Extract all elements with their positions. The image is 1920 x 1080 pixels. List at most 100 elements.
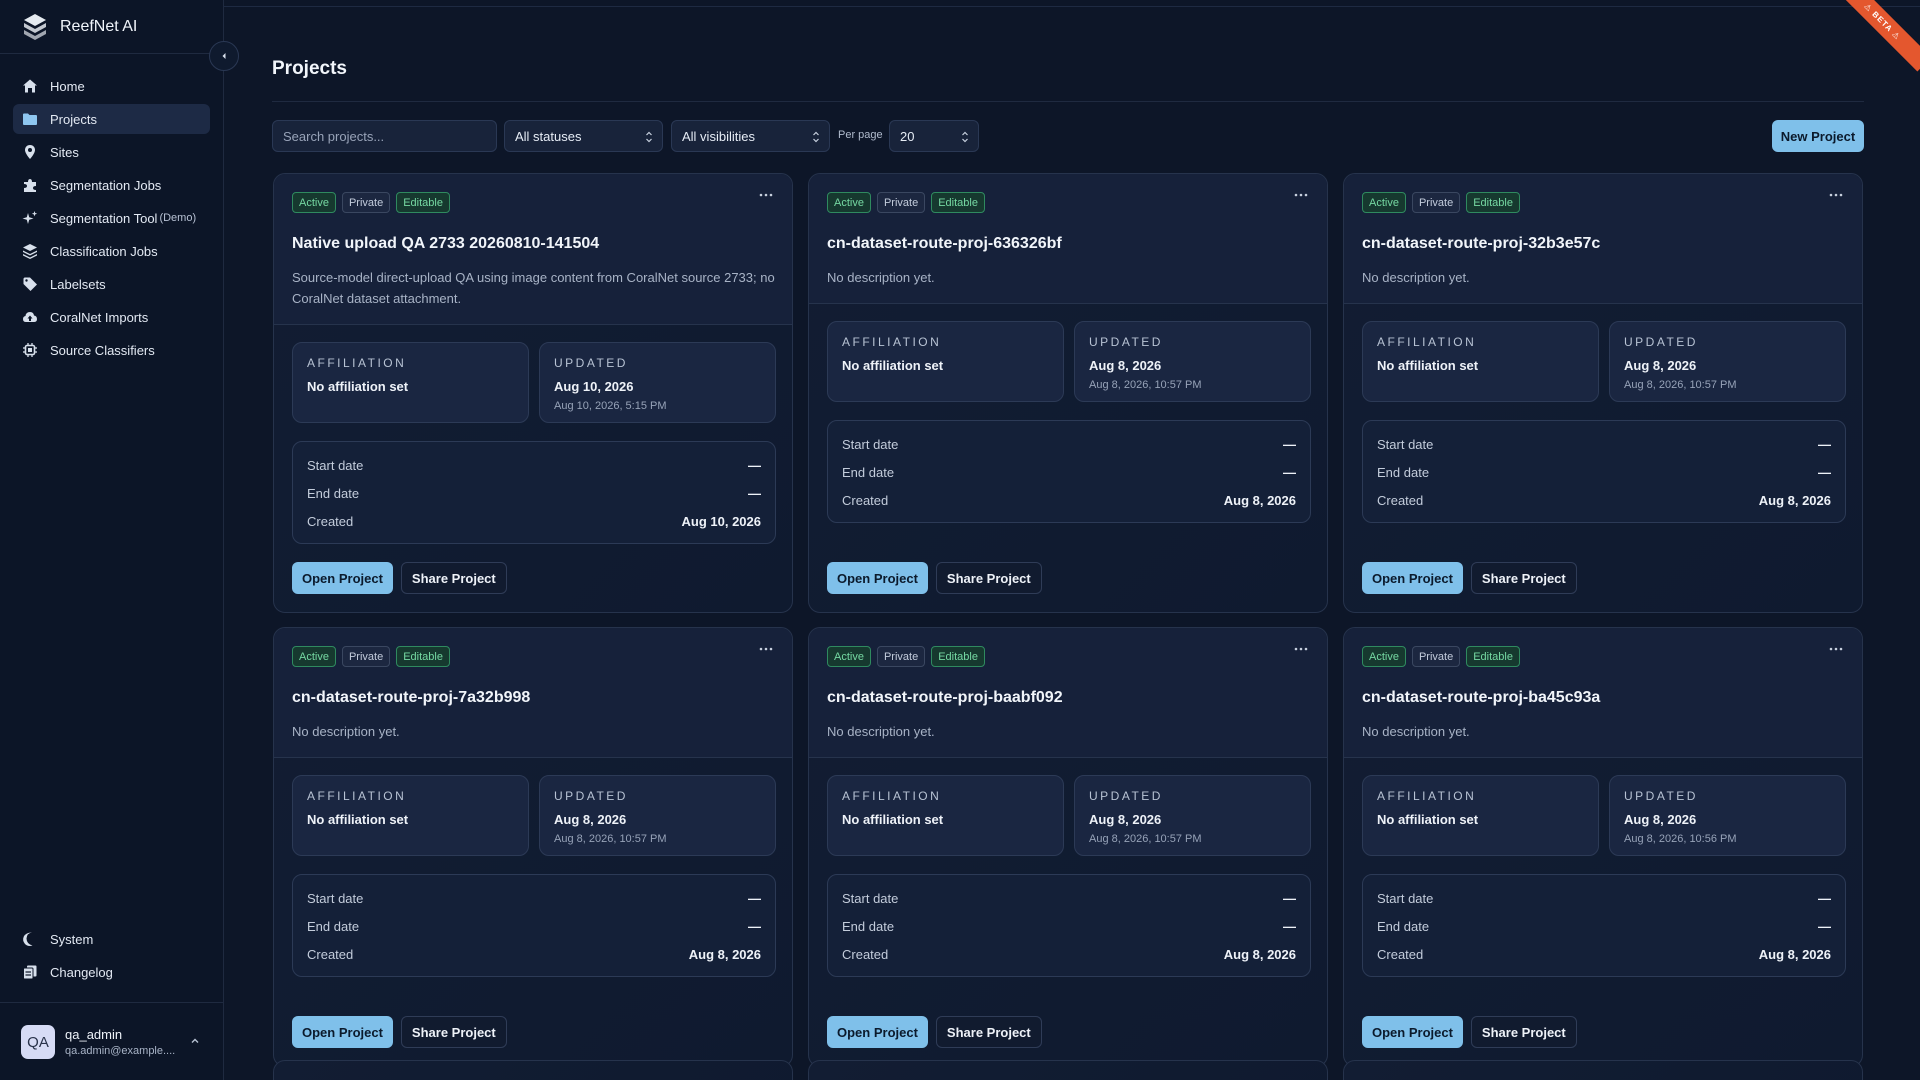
project-card-partial[interactable] [273,1060,793,1080]
status-badge: Active [827,646,871,667]
updated-timestamp: Aug 8, 2026, 10:57 PM [1624,379,1737,391]
affiliation-label: AFFILIATION [307,789,407,803]
project-name[interactable]: cn-dataset-route-proj-7a32b998 [292,689,530,707]
sidebar-item-segmentation-tool[interactable]: Segmentation Tool (Demo) [13,203,210,233]
sidebar-item-changelog[interactable]: Changelog [13,957,210,987]
status-select[interactable]: All statuses [504,120,663,152]
sidebar-item-coralnet-imports[interactable]: CoralNet Imports [13,302,210,332]
permission-badge: Editable [1466,192,1520,213]
info-row: AFFILIATION No affiliation set UPDATED A… [292,775,776,856]
more-options-icon[interactable] [1828,190,1844,200]
project-card[interactable]: Active Private Editable cn-dataset-route… [808,627,1328,1067]
updated-value: Aug 8, 2026 [554,812,627,827]
open-project-button[interactable]: Open Project [292,562,393,594]
updated-box: UPDATED Aug 8, 2026 Aug 8, 2026, 10:57 P… [1074,321,1311,402]
share-project-button[interactable]: Share Project [1470,562,1577,594]
per-page-select[interactable]: 20 [889,120,979,152]
start-date-value: — [748,890,761,906]
share-project-button[interactable]: Share Project [400,562,507,594]
sidebar-item-source-classifiers[interactable]: Source Classifiers [13,335,210,365]
layers-icon [22,243,38,259]
project-name[interactable]: cn-dataset-route-proj-baabf092 [827,689,1063,707]
more-options-icon[interactable] [1293,644,1309,654]
project-card[interactable]: Active Private Editable cn-dataset-route… [808,173,1328,613]
page-title: Projects [272,58,347,79]
sidebar-item-projects[interactable]: Projects [13,104,210,134]
end-date-label: End date [307,918,360,934]
project-card[interactable]: Active Private Editable cn-dataset-route… [1343,627,1863,1067]
updated-box: UPDATED Aug 8, 2026 Aug 8, 2026, 10:57 P… [539,775,776,856]
chevron-updown-icon [813,131,819,143]
affiliation-value: No affiliation set [1377,358,1479,373]
sidebar-item-label: CoralNet Imports [50,309,149,325]
share-project-button[interactable]: Share Project [935,562,1042,594]
end-date-value: — [1283,464,1296,480]
project-card[interactable]: Active Private Editable cn-dataset-route… [1343,173,1863,613]
affiliation-value: No affiliation set [307,379,409,394]
sidebar-item-home[interactable]: Home [13,71,210,101]
user-email: qa.admin@example.... [65,1045,176,1057]
user-name: qa_admin [65,1027,123,1042]
start-date-row: Start date — [842,430,1296,458]
affiliation-box: AFFILIATION No affiliation set [827,321,1064,402]
created-value: Aug 8, 2026 [1223,492,1296,508]
new-project-button[interactable]: New Project [1772,120,1864,152]
share-project-button[interactable]: Share Project [400,1016,507,1048]
sidebar-item-segmentation-jobs[interactable]: Segmentation Jobs [13,170,210,200]
project-name[interactable]: cn-dataset-route-proj-ba45c93a [1362,689,1600,707]
chevron-updown-icon [646,131,652,143]
sidebar-item-classification-jobs[interactable]: Classification Jobs [13,236,210,266]
project-name[interactable]: Native upload QA 2733 20260810-141504 [292,235,599,253]
moon-icon [22,931,38,947]
user-menu[interactable]: QA qa_admin qa.admin@example.... [21,1024,206,1060]
start-date-value: — [1818,890,1831,906]
open-project-button[interactable]: Open Project [827,562,928,594]
updated-label: UPDATED [1624,789,1698,803]
visibility-badge: Private [1411,646,1461,667]
open-project-button[interactable]: Open Project [1362,562,1463,594]
card-actions: Open Project Share Project [827,1016,1042,1048]
more-options-icon[interactable] [1828,644,1844,654]
chevron-updown-icon [962,131,968,143]
card-actions: Open Project Share Project [292,1016,507,1048]
project-description: No description yet. [827,270,935,285]
affiliation-box: AFFILIATION No affiliation set [1362,775,1599,856]
end-date-row: End date — [1377,912,1831,940]
beta-ribbon: ⚠ BETA ⚠ [1832,0,1920,72]
search-input[interactable] [272,120,497,152]
affiliation-box: AFFILIATION No affiliation set [292,342,529,423]
visibility-badge: Private [341,192,391,213]
sidebar-item-labelsets[interactable]: Labelsets [13,269,210,299]
project-name[interactable]: cn-dataset-route-proj-32b3e57c [1362,235,1600,253]
sidebar-item-sites[interactable]: Sites [13,137,210,167]
more-options-icon[interactable] [758,190,774,200]
updated-box: UPDATED Aug 8, 2026 Aug 8, 2026, 10:57 P… [1609,321,1846,402]
more-options-icon[interactable] [758,644,774,654]
updated-box: UPDATED Aug 10, 2026 Aug 10, 2026, 5:15 … [539,342,776,423]
open-project-button[interactable]: Open Project [1362,1016,1463,1048]
project-card[interactable]: Active Private Editable cn-dataset-route… [273,627,793,1067]
updated-label: UPDATED [1089,335,1163,349]
sidebar-collapse-button[interactable] [209,41,239,71]
project-card[interactable]: Active Private Editable Native upload QA… [273,173,793,613]
share-project-button[interactable]: Share Project [1470,1016,1577,1048]
badges: Active Private Editable [292,192,450,213]
start-date-value: — [1283,436,1296,452]
open-project-button[interactable]: Open Project [827,1016,928,1048]
project-name[interactable]: cn-dataset-route-proj-636326bf [827,235,1062,253]
project-card-partial[interactable] [1343,1060,1863,1080]
end-date-label: End date [1377,918,1430,934]
card-header: Active Private Editable cn-dataset-route… [274,628,792,758]
visibility-select[interactable]: All visibilities [671,120,830,152]
sidebar-item-system-theme[interactable]: System [13,924,210,954]
open-project-button[interactable]: Open Project [292,1016,393,1048]
project-card-partial[interactable] [808,1060,1328,1080]
project-description: Source-model direct-upload QA using imag… [292,270,775,306]
share-project-button[interactable]: Share Project [935,1016,1042,1048]
brand[interactable]: ReefNet AI [20,12,137,42]
affiliation-value: No affiliation set [842,812,944,827]
sidebar-item-label: Source Classifiers [50,342,155,358]
more-options-icon[interactable] [1293,190,1309,200]
created-value: Aug 8, 2026 [1758,946,1831,962]
visibility-badge: Private [876,646,926,667]
